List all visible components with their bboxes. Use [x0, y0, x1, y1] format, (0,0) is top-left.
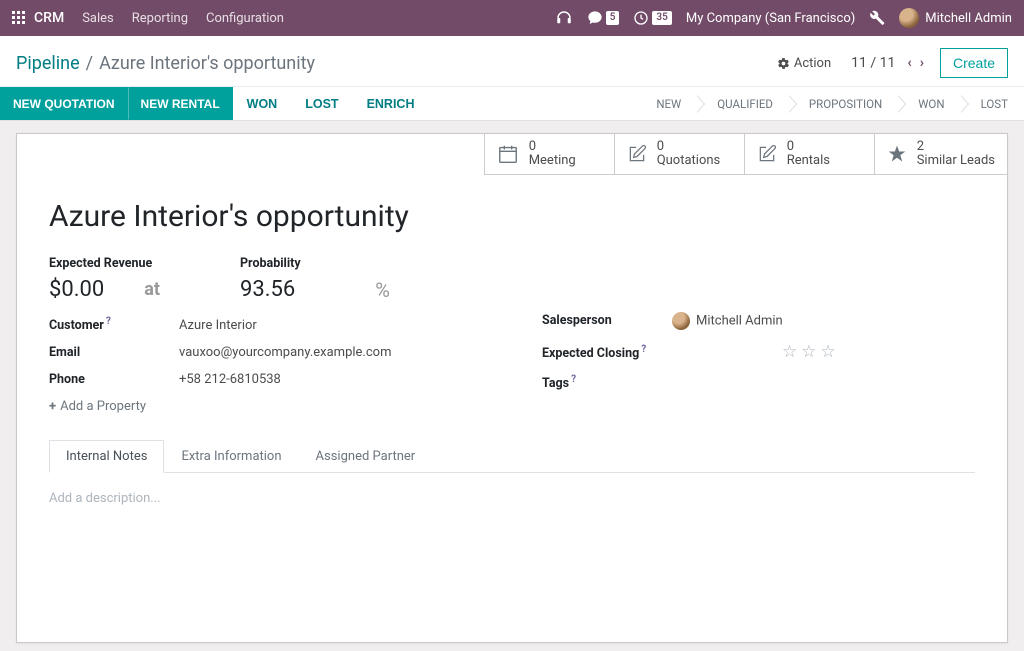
star-outline-icon[interactable]: ☆ — [801, 342, 816, 362]
stage-qualified[interactable]: QUALIFIED — [697, 87, 789, 120]
tab-assigned-partner[interactable]: Assigned Partner — [299, 440, 433, 472]
activities-icon[interactable]: 35 — [633, 10, 671, 26]
notebook-tabs: Internal Notes Extra Information Assigne… — [49, 440, 975, 473]
expected-revenue-label: Expected Revenue — [49, 256, 160, 271]
pager-prev[interactable]: ‹ — [907, 55, 911, 71]
percent-symbol: % — [375, 278, 390, 302]
button-bar: NEW QUOTATION NEW RENTAL WON LOST ENRICH… — [0, 87, 1024, 121]
expected-revenue-value[interactable]: $0.00 — [49, 277, 104, 302]
won-button[interactable]: WON — [233, 87, 292, 120]
email-value[interactable]: vauxoo@yourcompany.example.com — [179, 345, 391, 360]
pager-next[interactable]: › — [920, 55, 924, 71]
avatar-icon — [899, 8, 919, 28]
lost-button[interactable]: LOST — [291, 87, 352, 120]
avatar-icon — [672, 312, 690, 330]
activities-badge: 35 — [652, 11, 671, 25]
probability-value[interactable]: 93.56 — [240, 277, 295, 302]
tab-internal-notes[interactable]: Internal Notes — [49, 440, 164, 473]
user-menu[interactable]: Mitchell Admin — [899, 8, 1012, 28]
breadcrumb-current: Azure Interior's opportunity — [99, 53, 315, 74]
new-rental-button[interactable]: NEW RENTAL — [128, 87, 233, 120]
enrich-button[interactable]: ENRICH — [353, 87, 429, 120]
priority-stars[interactable]: ☆ ☆ ☆ — [782, 342, 836, 362]
stat-meeting[interactable]: 0 Meeting — [484, 134, 614, 175]
salesperson-label: Salesperson — [542, 313, 672, 328]
tab-content: Add a description... — [17, 473, 1007, 524]
help-icon[interactable]: ? — [106, 316, 111, 327]
pager-arrows: ‹ › — [907, 55, 924, 71]
menu-sales[interactable]: Sales — [82, 11, 114, 26]
stage-won[interactable]: WON — [898, 87, 960, 120]
messages-icon[interactable]: 5 — [587, 10, 620, 26]
stage-proposition[interactable]: PROPOSITION — [789, 87, 898, 120]
top-nav: CRM Sales Reporting Configuration 5 35 M… — [0, 0, 1024, 36]
stage-new[interactable]: NEW — [636, 87, 697, 120]
revenue-at: at — [144, 279, 160, 300]
edit-icon — [627, 144, 647, 164]
breadcrumb-root[interactable]: Pipeline — [16, 53, 80, 74]
star-icon — [887, 144, 907, 164]
form-body: Azure Interior's opportunity Expected Re… — [17, 175, 1007, 422]
debug-icon[interactable] — [869, 10, 885, 26]
star-outline-icon[interactable]: ☆ — [782, 342, 797, 362]
email-label: Email — [49, 345, 179, 360]
action-menu[interactable]: Action — [777, 56, 831, 71]
probability-label: Probability — [240, 256, 390, 271]
new-quotation-button[interactable]: NEW QUOTATION — [0, 87, 128, 120]
customer-label: Customer? — [49, 316, 179, 333]
pager[interactable]: 11 / 11 — [851, 55, 895, 71]
expected-closing-label: Expected Closing? — [542, 344, 672, 361]
phone-label: Phone — [49, 372, 179, 387]
form-sheet: 0 Meeting 0 Quotations 0 Ren — [16, 133, 1008, 643]
breadcrumb-sep: / — [86, 53, 93, 74]
help-icon[interactable]: ? — [571, 374, 576, 385]
stat-quotations[interactable]: 0 Quotations — [614, 134, 744, 175]
menu-reporting[interactable]: Reporting — [132, 11, 188, 26]
stat-rentals[interactable]: 0 Rentals — [744, 134, 874, 175]
edit-icon — [757, 144, 777, 164]
help-icon[interactable]: ? — [641, 344, 646, 355]
col-left: Expected Revenue $0.00 at Probability 93… — [49, 256, 482, 414]
record-title[interactable]: Azure Interior's opportunity — [49, 199, 975, 234]
plus-icon: + — [49, 399, 56, 414]
voip-icon[interactable] — [555, 9, 573, 27]
phone-value[interactable]: +58 212-6810538 — [179, 372, 281, 387]
tab-extra-information[interactable]: Extra Information — [164, 440, 298, 472]
tags-label: Tags? — [542, 374, 672, 391]
sheet-background: 0 Meeting 0 Quotations 0 Ren — [0, 121, 1024, 651]
messages-badge: 5 — [606, 11, 620, 25]
stat-buttons: 0 Meeting 0 Quotations 0 Ren — [17, 134, 1007, 175]
company-switcher[interactable]: My Company (San Francisco) — [686, 11, 855, 26]
salesperson-value[interactable]: Mitchell Admin — [672, 312, 783, 330]
apps-icon[interactable] — [12, 11, 26, 25]
star-outline-icon[interactable]: ☆ — [821, 342, 836, 362]
gear-icon — [777, 57, 790, 70]
control-panel: Pipeline / Azure Interior's opportunity … — [0, 36, 1024, 87]
description-input[interactable]: Add a description... — [49, 491, 975, 506]
col-right: Salesperson Mitchell Admin Expected Clos… — [542, 256, 975, 414]
add-property-button[interactable]: + Add a Property — [49, 399, 482, 414]
stage-lost[interactable]: LOST — [961, 87, 1024, 120]
statusbar: NEW QUALIFIED PROPOSITION WON LOST — [636, 87, 1024, 120]
calendar-icon — [497, 143, 519, 165]
stat-similar-leads[interactable]: 2 Similar Leads — [874, 134, 1007, 175]
create-button[interactable]: Create — [940, 48, 1008, 78]
app-brand[interactable]: CRM — [34, 10, 64, 26]
menu-configuration[interactable]: Configuration — [206, 11, 284, 26]
customer-value[interactable]: Azure Interior — [179, 318, 257, 333]
user-name: Mitchell Admin — [925, 11, 1012, 26]
